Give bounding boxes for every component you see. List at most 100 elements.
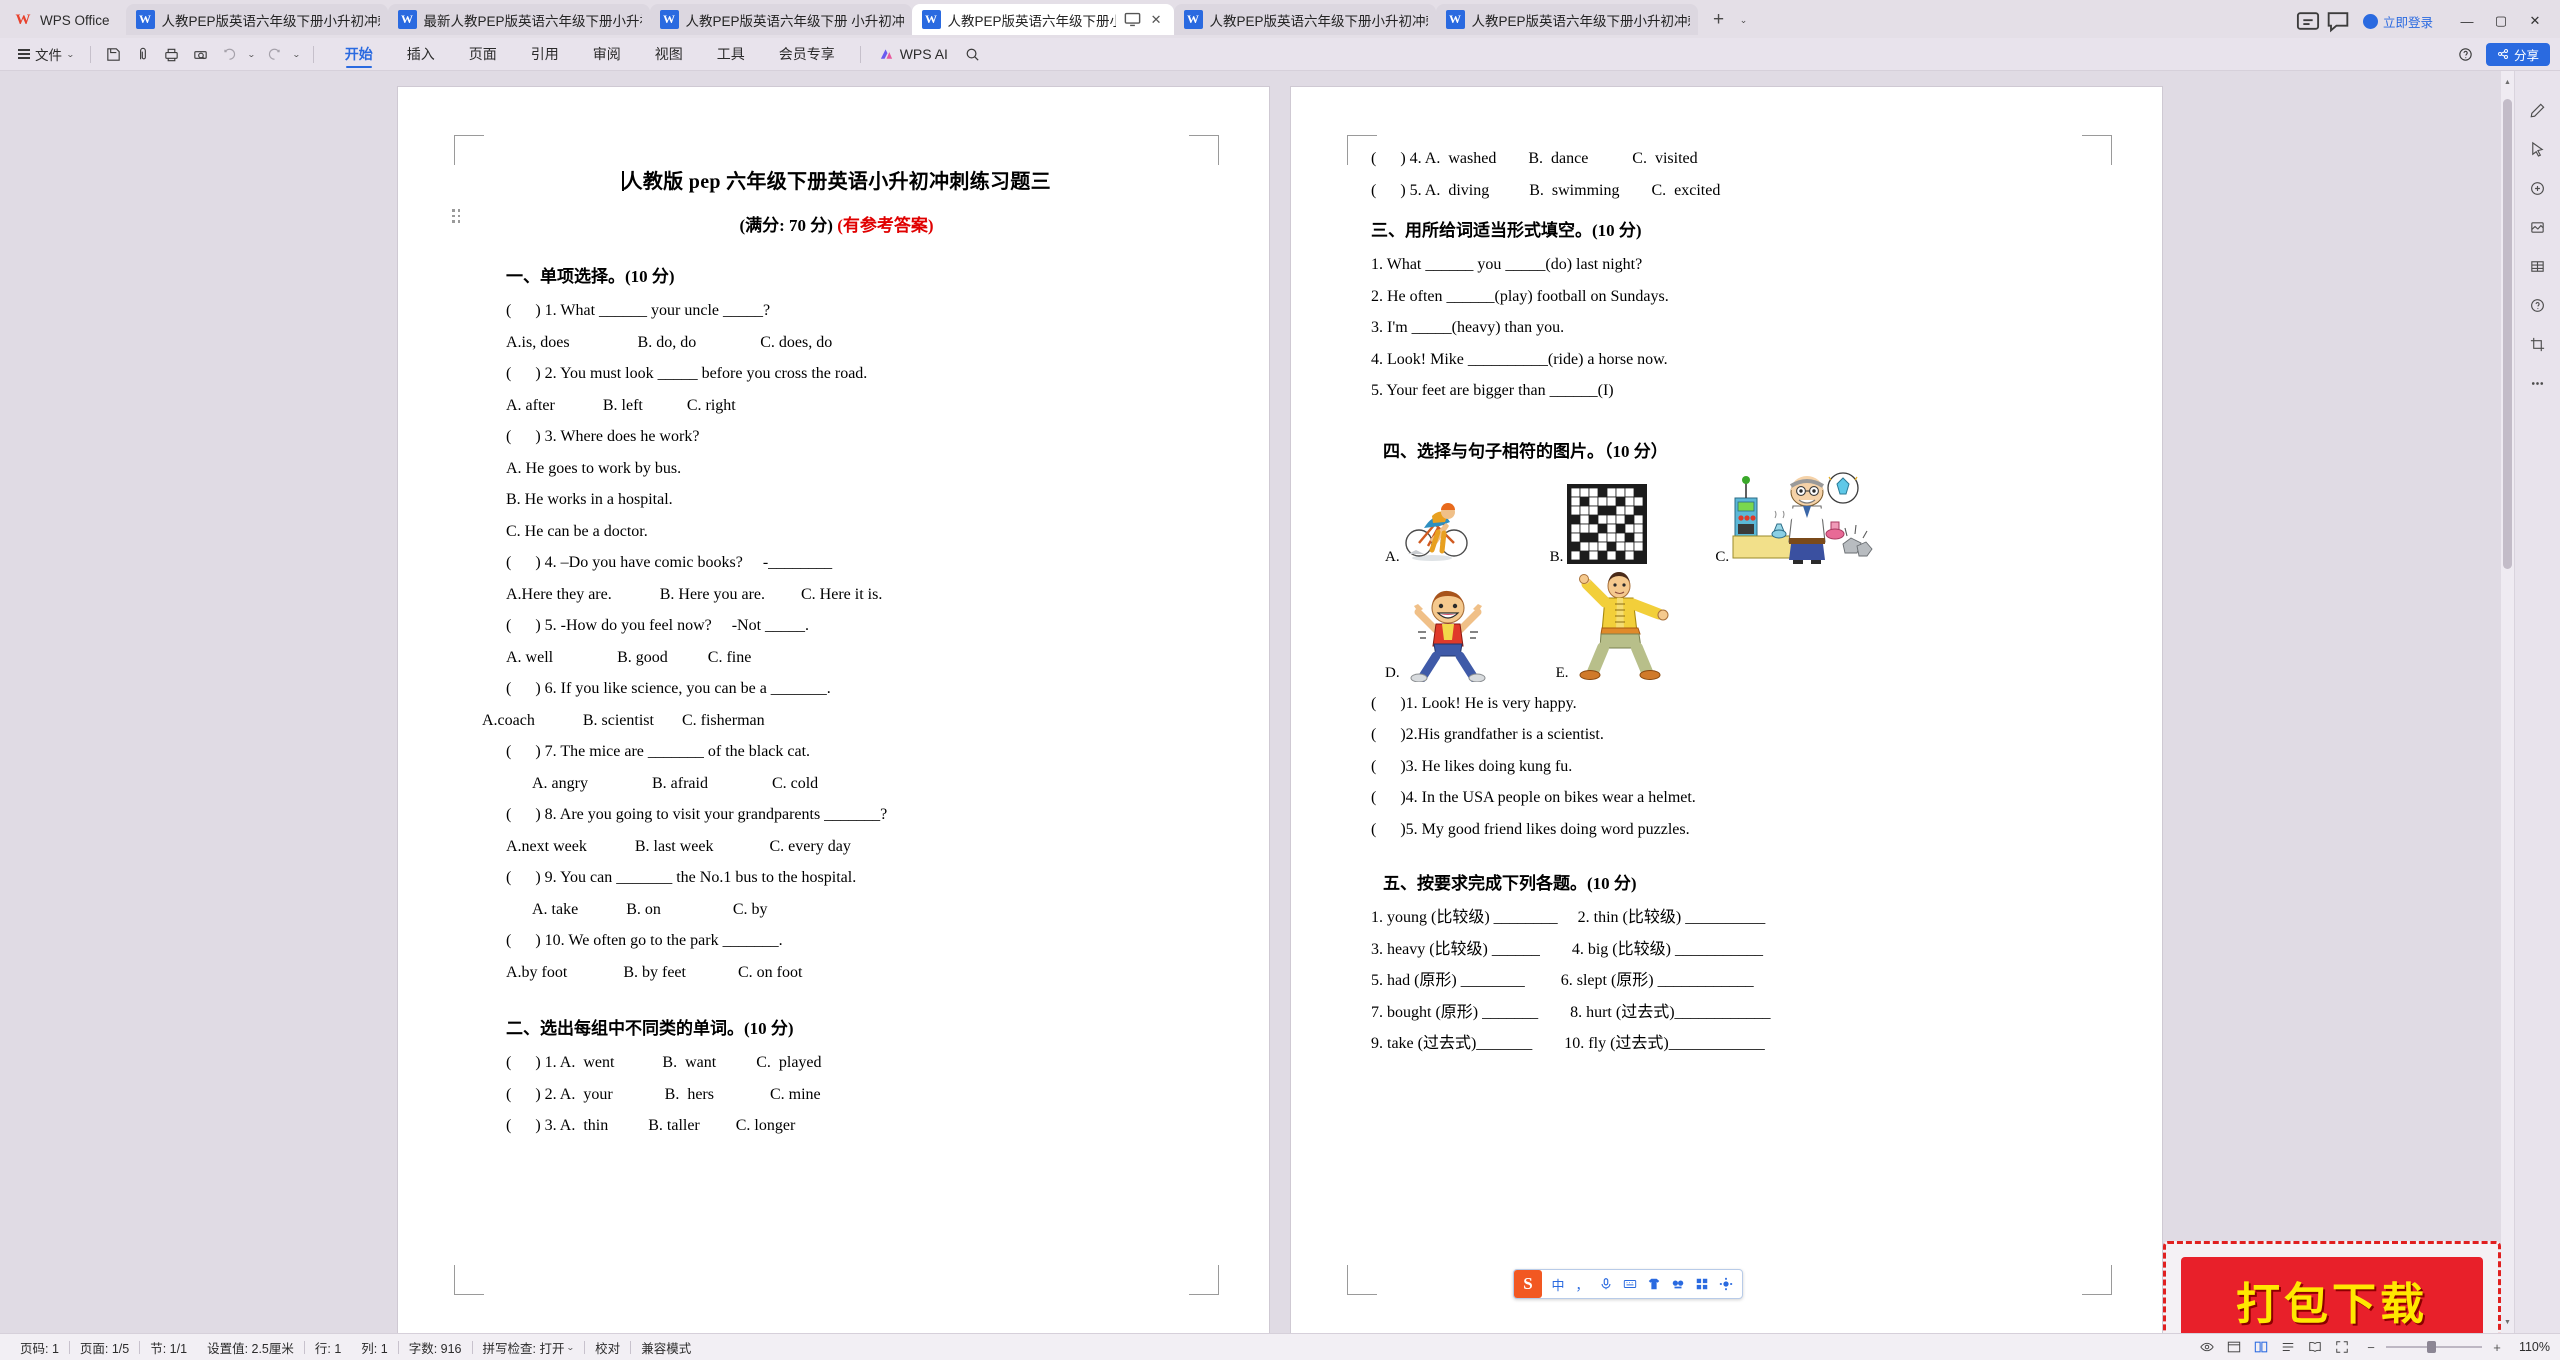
zoom-slider[interactable] (2386, 1341, 2482, 1354)
select-tool-icon[interactable] (2527, 138, 2549, 160)
picture-option-a: A. (1385, 488, 1480, 566)
help-icon[interactable] (2451, 42, 2480, 67)
crop-mark (1189, 135, 1219, 165)
ribbon-tab-group: 开始 插入 页面 引用 审阅 视图 工具 会员专享 (328, 39, 852, 70)
wps-ai-button[interactable]: WPS AI (869, 46, 958, 62)
outline-view-icon[interactable] (2276, 1337, 2300, 1357)
comment-icon[interactable] (2324, 8, 2352, 34)
table-tool-icon[interactable] (2527, 255, 2549, 277)
zoom-slider-knob[interactable] (2427, 1341, 2436, 1353)
document-tab-label: 人教PEP版英语六年级下册 小升初冲刺 (685, 13, 904, 29)
kung-fu-man-image (1578, 571, 1669, 680)
cloud-sync-icon[interactable] (2294, 8, 2322, 34)
scrollbar-thumb[interactable] (2503, 99, 2512, 569)
crossword-puzzle-image (1567, 483, 1648, 564)
more-tools-icon[interactable] (2527, 372, 2549, 394)
web-layout-icon[interactable] (2222, 1337, 2246, 1357)
ime-emoji-icon[interactable] (1666, 1271, 1690, 1297)
ribbon-tab-home[interactable]: 开始 (328, 39, 390, 70)
ribbon-tab-tools[interactable]: 工具 (700, 39, 762, 70)
ime-settings-icon[interactable] (1714, 1271, 1738, 1297)
question-line: A.next week B. last week C. every day (506, 837, 851, 855)
image-tool-icon[interactable] (2527, 216, 2549, 238)
annotate-icon[interactable] (2527, 177, 2549, 199)
word-form-line: 3. heavy (比较级) ______ 4. big (比较级) _____… (1371, 940, 1763, 958)
document-tab-1[interactable]: W 人教PEP版英语六年级下册小升初冲刺 (125, 4, 388, 35)
question-line: A.Here they are. B. Here you are. C. Her… (506, 585, 883, 603)
redo-caret-icon[interactable]: ⌄ (289, 42, 305, 67)
ime-grid-icon[interactable] (1690, 1271, 1714, 1297)
reading-view-icon[interactable] (2303, 1337, 2327, 1357)
question-line: ( )2.His grandfather is a scientist. (1371, 726, 1604, 743)
undo-caret-icon[interactable]: ⌄ (244, 42, 260, 67)
ime-keyboard-icon[interactable] (1618, 1271, 1642, 1297)
word-doc-icon: W (135, 10, 155, 29)
tab-list-caret-icon[interactable]: ⌄ (1734, 7, 1754, 33)
status-page-number[interactable]: 页码: 1 (10, 1338, 69, 1357)
status-row[interactable]: 行: 1 (305, 1338, 351, 1357)
vertical-scrollbar[interactable]: ▲ ▼ (2501, 71, 2514, 1333)
help-tool-icon[interactable] (2527, 294, 2549, 316)
file-menu-button[interactable]: 文件 ⌄ (10, 42, 82, 66)
ribbon-tab-references[interactable]: 引用 (514, 39, 576, 70)
document-tab-6[interactable]: W 人教PEP版英语六年级下册小升初冲刺 (1435, 4, 1698, 35)
status-column[interactable]: 列: 1 (351, 1338, 397, 1357)
print-preview-icon[interactable] (186, 42, 215, 67)
login-button[interactable]: 立即登录 (2354, 9, 2442, 33)
ime-skin-icon[interactable] (1642, 1271, 1666, 1297)
document-workspace[interactable]: 人教版 pep 六年级下册英语小升初冲刺练习题三 (满分: 70 分) (有参考… (0, 71, 2560, 1333)
status-compat-mode[interactable]: 兼容模式 (631, 1338, 701, 1357)
section-1-heading: 一、单项选择。(10 分) (506, 267, 675, 286)
status-page-count[interactable]: 页面: 1/5 (70, 1338, 139, 1357)
status-setting-value[interactable]: 设置值: 2.5厘米 (197, 1338, 304, 1357)
question-line: ( ) 2. You must look _____ before you cr… (506, 365, 868, 382)
save-as-cloud-icon[interactable] (128, 42, 157, 67)
wps-office-home-button[interactable]: W WPS Office (0, 5, 126, 35)
zoom-out-button[interactable]: − (2363, 1340, 2379, 1355)
ime-punctuation-button[interactable]: ， (1570, 1271, 1594, 1297)
scroll-up-arrow[interactable]: ▲ (2501, 75, 2514, 89)
status-section[interactable]: 节: 1/1 (140, 1338, 197, 1357)
document-tab-3[interactable]: W 人教PEP版英语六年级下册 小升初冲刺 (649, 4, 912, 35)
document-page-right[interactable]: ( ) 4. A. washed B. dance C. visited ( )… (1291, 87, 2162, 1333)
print-icon[interactable] (157, 42, 186, 67)
close-window-button[interactable]: ✕ (2518, 8, 2552, 34)
status-proofread[interactable]: 校对 (585, 1338, 630, 1357)
search-icon[interactable] (958, 42, 987, 67)
eye-view-icon[interactable] (2195, 1337, 2219, 1357)
download-watermark[interactable]: 打包下载 (2163, 1241, 2501, 1333)
undo-icon[interactable] (215, 42, 244, 67)
share-button[interactable]: 分享 (2485, 42, 2550, 66)
zoom-level-label[interactable]: 110% (2512, 1340, 2550, 1354)
zoom-in-button[interactable]: + (2489, 1340, 2505, 1355)
save-icon[interactable] (99, 42, 128, 67)
ime-floating-toolbar[interactable]: S 中 ， (1513, 1269, 1743, 1299)
paragraph-handle-icon[interactable] (452, 209, 462, 225)
ribbon-tab-view[interactable]: 视图 (638, 39, 700, 70)
document-tab-label: 人教PEP版英语六年级下册小升初冲刺 (1471, 13, 1690, 29)
ribbon-tab-page[interactable]: 页面 (452, 39, 514, 70)
crop-tool-icon[interactable] (2527, 333, 2549, 355)
full-screen-icon[interactable] (2330, 1337, 2354, 1357)
pen-tool-icon[interactable] (2527, 99, 2549, 121)
document-tab-4-active[interactable]: W 人教PEP版英语六年级下册小升初冲刺 ✕ (911, 4, 1174, 35)
status-spellcheck[interactable]: 拼写检查: 打开 ⌄ (473, 1338, 585, 1357)
scroll-down-arrow[interactable]: ▼ (2501, 1315, 2514, 1329)
document-tab-5[interactable]: W 人教PEP版英语六年级下册小升初冲刺 (1173, 4, 1436, 35)
maximize-button[interactable]: ▢ (2484, 8, 2518, 34)
new-tab-button[interactable]: + (1706, 7, 1732, 33)
minimize-button[interactable]: — (2450, 8, 2484, 34)
status-word-count[interactable]: 字数: 916 (399, 1338, 472, 1357)
question-line: A.coach B. scientist C. fisherman (482, 711, 765, 729)
ribbon-tab-insert[interactable]: 插入 (390, 39, 452, 70)
document-page-left[interactable]: 人教版 pep 六年级下册英语小升初冲刺练习题三 (满分: 70 分) (有参考… (398, 87, 1269, 1333)
ribbon-tab-member[interactable]: 会员专享 (762, 39, 852, 70)
ime-chinese-mode-button[interactable]: 中 (1546, 1271, 1570, 1297)
ime-voice-input-icon[interactable] (1594, 1271, 1618, 1297)
page-title: 人教版 pep 六年级下册英语小升初冲刺练习题三 (622, 171, 1051, 193)
document-tab-2[interactable]: W 最新人教PEP版英语六年级下册小升初 (387, 4, 650, 35)
page-layout-icon[interactable] (2249, 1337, 2273, 1357)
redo-icon[interactable] (260, 42, 289, 67)
zoom-control[interactable]: − + 110% (2357, 1340, 2550, 1355)
ribbon-tab-review[interactable]: 审阅 (576, 39, 638, 70)
